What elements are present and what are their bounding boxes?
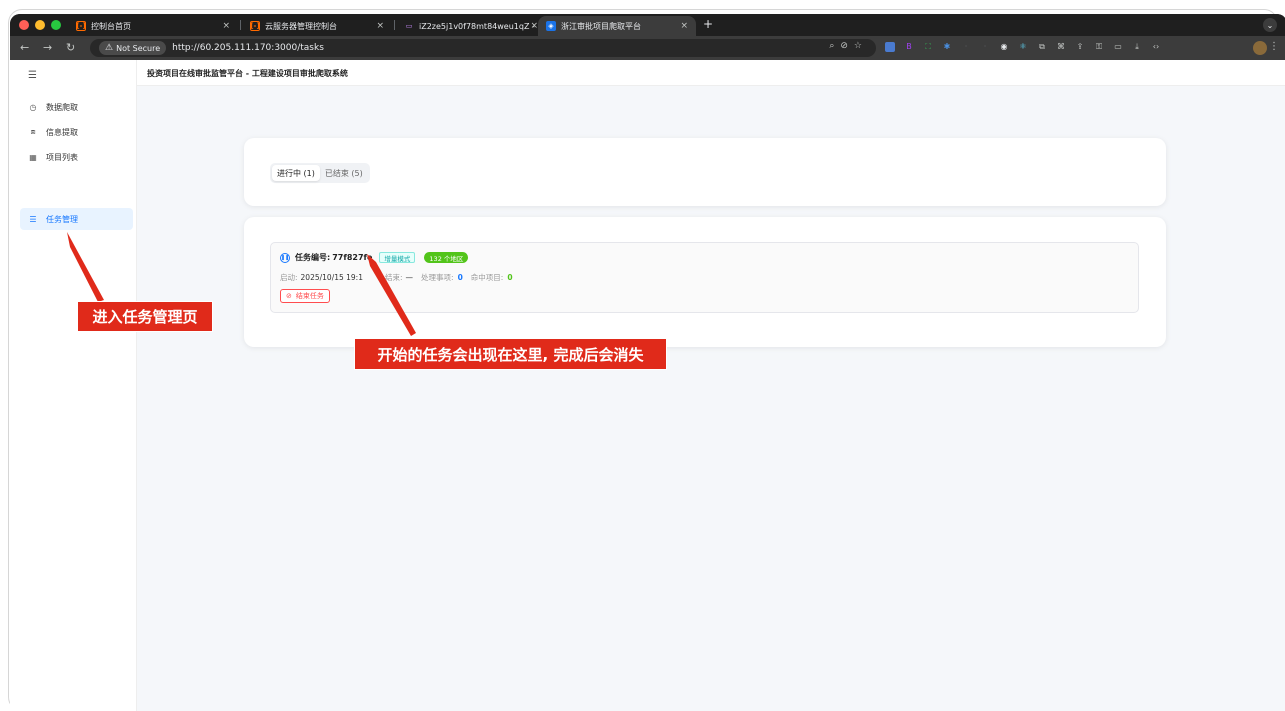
code-icon[interactable]: ‹› [1151, 42, 1161, 52]
close-tab-icon[interactable]: × [376, 21, 384, 31]
table-icon: ▦ [29, 152, 37, 162]
task-status-segmented: 进行中 (1) 已结束 (5) [270, 163, 370, 183]
dim-extension-icon[interactable]: · [961, 42, 971, 52]
app-icon: ◈ [546, 21, 556, 31]
aliyun-icon: [-] [76, 21, 86, 31]
tab-title: 浙江审批项目爬取平台 [561, 21, 641, 31]
browser-tab-terminal[interactable]: ▭ iZ2ze5j1v0f78mt84weu1qZ - × [396, 16, 546, 36]
tab-running[interactable]: 进行中 (1) [272, 165, 320, 181]
document-search-icon: ⧈ [30, 127, 36, 136]
page-header: 投资项目在线审批监管平台 - 工程建设项目审批爬取系统 [137, 60, 1285, 86]
security-indicator[interactable]: ⚠ Not Secure [99, 41, 167, 55]
tab-title: iZ2ze5j1v0f78mt84weu1qZ - [419, 21, 535, 31]
sidebar-item-task-management[interactable]: ☰ 任务管理 [20, 208, 133, 230]
task-header-row: ❚❚ 任务编号: 77f827fe 增量模式 132 个地区 [280, 252, 469, 263]
sidebar-item-label: 任务管理 [46, 214, 78, 224]
omnibox-action-icons[interactable]: ⌕⊘☆ [829, 41, 868, 51]
maximize-window-button[interactable] [51, 20, 61, 30]
translate-page-icon[interactable]: ⌘ [1056, 42, 1066, 52]
tab-separator [240, 20, 241, 30]
tab-title: 云服务器管理控制台 [265, 21, 337, 31]
processed-count: 0 [457, 273, 463, 282]
start-time: 2025/10/15 19:1 [300, 273, 363, 282]
stop-icon: ⊘ [286, 292, 292, 300]
download-icon[interactable]: ⤓ [1132, 42, 1142, 52]
sidebar-item-label: 数据爬取 [46, 102, 78, 112]
start-label: 启动: [280, 273, 298, 282]
dim-extension-icon-2[interactable]: · [980, 42, 990, 52]
camera-extension-icon[interactable]: ◉ [999, 42, 1009, 52]
task-id-label: 任务编号: [295, 253, 331, 262]
end-label: 结束: [385, 273, 403, 282]
new-tab-button[interactable]: + [703, 17, 713, 31]
react-devtools-icon[interactable]: ⚛ [1018, 42, 1028, 52]
address-bar[interactable]: ⚠ Not Secure http://60.205.111.170:3000/… [90, 39, 876, 57]
browser-tab-console-home[interactable]: [-] 控制台首页 × [68, 16, 238, 36]
tab-separator [394, 20, 395, 30]
aliyun-icon: [-] [250, 21, 260, 31]
sidebar-item-data-crawl[interactable]: ◷ 数据爬取 [20, 96, 133, 118]
hits-count: 0 [507, 273, 513, 282]
back-arrow-icon[interactable]: ← [20, 41, 29, 54]
mode-tag: 增量模式 [379, 252, 416, 263]
task-list-card: ❚❚ 任务编号: 77f827fe 增量模式 132 个地区 启动: 2025/… [244, 217, 1166, 347]
card-icon[interactable]: ▭ [1113, 42, 1123, 52]
extensions-puzzle-icon[interactable]: ⧉ [1037, 42, 1047, 52]
share-icon[interactable]: ⇪ [1075, 42, 1085, 52]
list-icon: ☰ [29, 214, 37, 224]
forward-arrow-icon[interactable]: → [43, 41, 52, 54]
task-meta-row: 启动: 2025/10/15 19:1 结束: — 处理事项: 0 命中项目: … [280, 272, 513, 283]
capture-extension-icon[interactable]: ⛶ [923, 42, 933, 52]
processed-label: 处理事项: [421, 273, 454, 282]
annotation-sidebar-note: 进入任务管理页 [77, 301, 213, 332]
annotation-task-note: 开始的任务会出现在这里, 完成后会消失 [354, 338, 667, 370]
tab-title: 控制台首页 [91, 21, 131, 31]
end-task-label: 结束任务 [295, 292, 324, 300]
tab-search-chevron-icon[interactable]: ⌄ [1263, 18, 1277, 32]
browser-toolbar: ← → ↻ ⚠ Not Secure http://60.205.111.170… [10, 36, 1285, 60]
warning-triangle-icon: ⚠ [105, 43, 114, 53]
close-window-button[interactable] [19, 20, 29, 30]
page-title: 投资项目在线审批监管平台 - 工程建设项目审批爬取系统 [147, 69, 348, 78]
sidebar-item-label: 项目列表 [46, 152, 78, 162]
task-id: 77f827fe [332, 253, 373, 262]
sidebar-item-label: 信息提取 [46, 127, 78, 137]
tab-finished[interactable]: 已结束 (5) [320, 165, 368, 181]
browser-tab-ecs-console[interactable]: [-] 云服务器管理控制台 × [242, 16, 392, 36]
terminal-icon: ▭ [405, 22, 413, 30]
hits-label: 命中项目: [470, 273, 504, 282]
task-tabs-card: 进行中 (1) 已结束 (5) [244, 138, 1166, 206]
sidebar-item-project-list[interactable]: ▦ 项目列表 [20, 146, 133, 168]
puzzle-extension-icon[interactable]: ✱ [942, 42, 952, 52]
sidebar-item-info-extract[interactable]: ⧈ 信息提取 [20, 121, 133, 143]
tab-strip: [-] 控制台首页 × [-] 云服务器管理控制台 × ▭ iZ2ze5j1v0… [10, 14, 1285, 36]
browser-tab-crawler-platform[interactable]: ◈ 浙江审批项目爬取平台 × [538, 16, 696, 36]
end-time: — [405, 273, 414, 282]
minimize-window-button[interactable] [35, 20, 45, 30]
region-count-tag: 132 个地区 [424, 252, 469, 263]
translate-extension-icon[interactable] [885, 42, 895, 52]
bookmark-extension-icon[interactable]: B [904, 42, 914, 52]
extensions-area: B ⛶ ✱ · · ◉ ⚛ ⧉ ⌘ ⇪ ⚿ ▭ ⤓ ‹› [885, 42, 1161, 52]
pause-icon: ❚❚ [280, 252, 290, 263]
close-tab-icon[interactable]: × [222, 21, 230, 31]
close-tab-icon[interactable]: × [680, 21, 688, 31]
clock-icon: ◷ [29, 102, 37, 112]
app-page: ☰ ◷ 数据爬取 ⧈ 信息提取 ▦ 项目列表 ☰ 任务管理 投资项目在线审批监管… [10, 60, 1285, 711]
close-tab-icon[interactable]: × [530, 21, 538, 31]
more-menu-icon[interactable]: ⋮ [1269, 41, 1279, 52]
end-task-button[interactable]: ⊘ 结束任务 [280, 289, 330, 303]
key-icon[interactable]: ⚿ [1094, 42, 1104, 52]
profile-avatar[interactable] [1253, 41, 1267, 55]
reload-icon[interactable]: ↻ [66, 41, 75, 54]
url-text[interactable]: http://60.205.111.170:3000/tasks [172, 43, 324, 53]
task-item: ❚❚ 任务编号: 77f827fe 增量模式 132 个地区 启动: 2025/… [270, 242, 1139, 313]
sidebar: ☰ ◷ 数据爬取 ⧈ 信息提取 ▦ 项目列表 ☰ 任务管理 [10, 60, 137, 711]
collapse-menu-icon[interactable]: ☰ [28, 70, 37, 81]
security-label: Not Secure [116, 43, 161, 53]
